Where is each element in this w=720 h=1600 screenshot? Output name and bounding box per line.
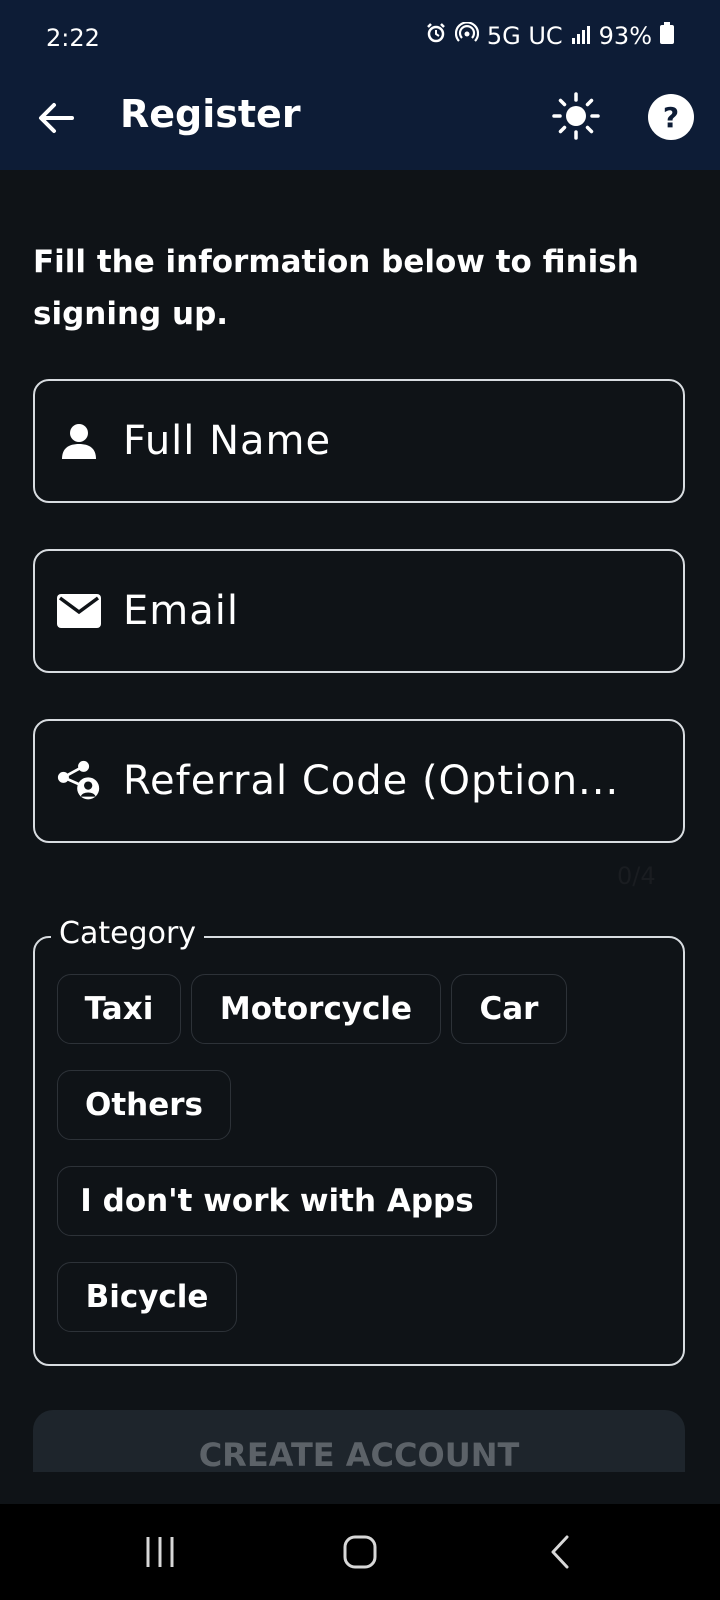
app-bar: Register ? (0, 80, 720, 170)
email-placeholder: Email (123, 588, 239, 634)
signal-icon (571, 22, 591, 50)
category-chip-car[interactable]: Car (451, 974, 567, 1044)
home-button[interactable] (338, 1530, 382, 1574)
battery-percent: 93% (598, 22, 652, 50)
intro-text: Fill the information below to finish sig… (33, 244, 639, 332)
help-icon: ? (662, 100, 680, 134)
category-label: Category (51, 916, 205, 951)
home-icon (343, 1535, 377, 1569)
status-icons: 5G UC 93% (425, 21, 674, 50)
status-bar: 2:22 5G UC 93% (0, 0, 720, 80)
referral-character-counter: 0/4 (617, 862, 656, 890)
full-name-field[interactable]: Full Name (33, 379, 685, 503)
person-icon (57, 419, 101, 463)
status-time: 2:22 (46, 24, 100, 52)
alarm-icon (425, 22, 447, 50)
referral-placeholder: Referral Code (Option... (123, 758, 620, 804)
recents-icon (146, 1537, 174, 1567)
share-user-icon (57, 759, 101, 803)
back-icon (551, 1535, 569, 1569)
recents-button[interactable] (138, 1530, 182, 1574)
page-title: Register (120, 92, 301, 136)
bottom-spacer (0, 1472, 720, 1504)
category-group: Category Taxi Motorcycle Car Others I do… (33, 916, 685, 1366)
category-chip-bicycle[interactable]: Bicycle (57, 1262, 237, 1332)
network-label: 5G UC (486, 22, 563, 50)
referral-code-field[interactable]: Referral Code (Option... (33, 719, 685, 843)
category-chip-no-apps[interactable]: I don't work with Apps (57, 1166, 497, 1236)
full-name-placeholder: Full Name (123, 418, 332, 464)
system-back-button[interactable] (538, 1530, 582, 1574)
battery-icon (660, 22, 674, 50)
hotspot-icon (454, 21, 479, 50)
category-chip-others[interactable]: Others (57, 1070, 231, 1140)
back-button[interactable] (36, 98, 76, 138)
email-field[interactable]: Email (33, 549, 685, 673)
envelope-icon (57, 589, 101, 633)
theme-toggle-button[interactable] (552, 92, 600, 140)
sun-icon (552, 92, 600, 140)
back-arrow-icon (39, 103, 74, 133)
category-chip-taxi[interactable]: Taxi (57, 974, 181, 1044)
help-button[interactable]: ? (648, 94, 694, 140)
system-nav-bar (0, 1504, 720, 1600)
category-chip-motorcycle[interactable]: Motorcycle (191, 974, 441, 1044)
